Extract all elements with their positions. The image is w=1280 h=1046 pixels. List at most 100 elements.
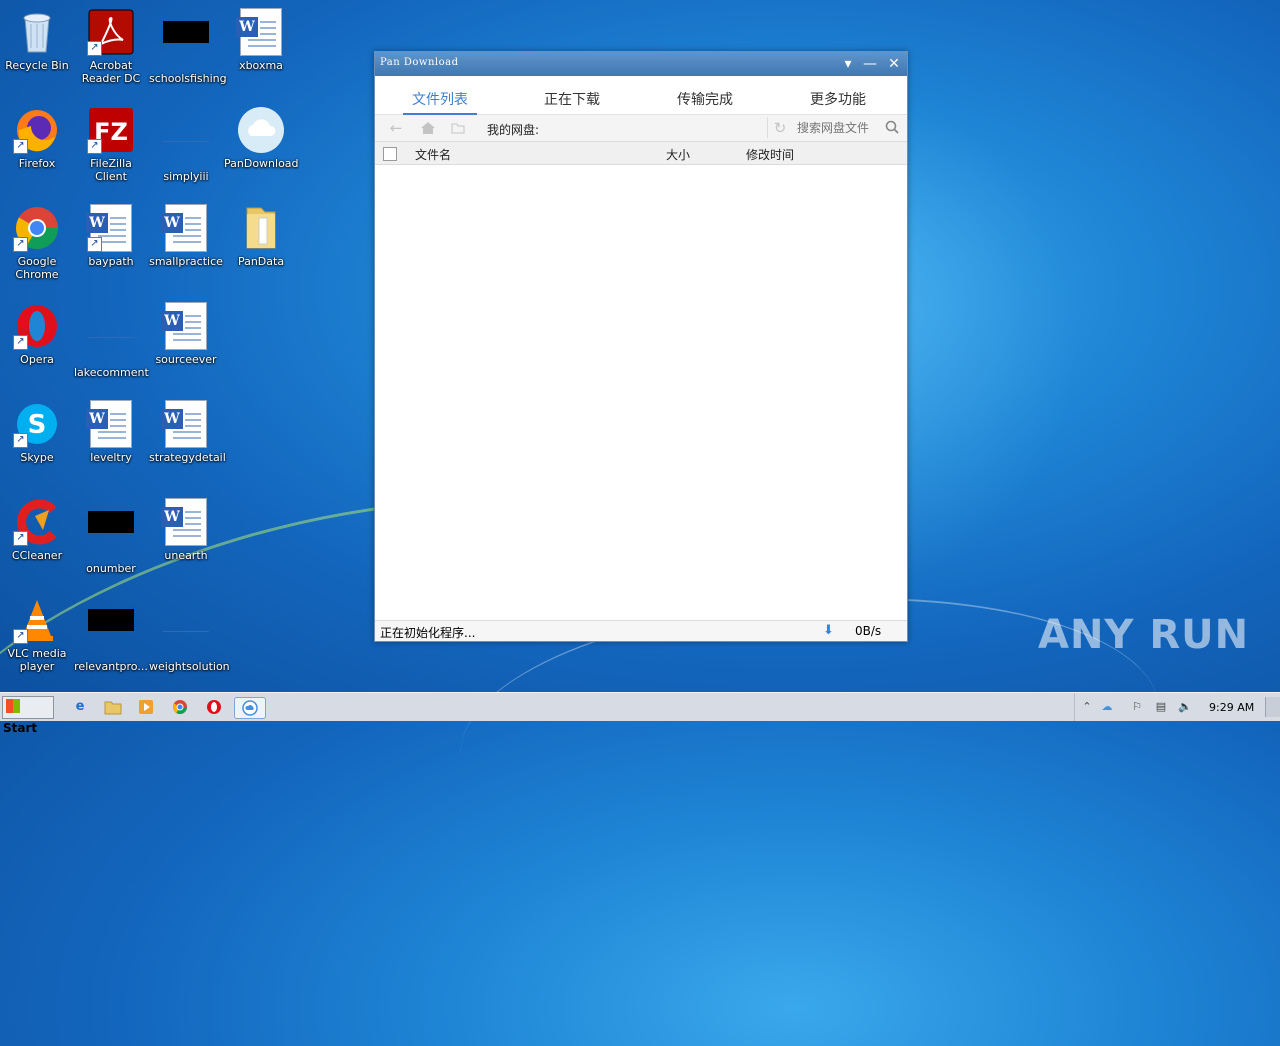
redacted-file-icon [87, 511, 135, 559]
taskbar-explorer-button[interactable] [103, 697, 123, 717]
desktop-icon-sourceever[interactable]: W sourceever [149, 302, 223, 366]
home-icon [421, 122, 435, 134]
desktop-icon-smallpractice[interactable]: W smallpractice [149, 204, 223, 268]
windows-logo-icon [6, 699, 20, 713]
taskbar-pandownload-button[interactable] [234, 697, 266, 719]
file-list-area[interactable] [375, 165, 907, 620]
start-label: Start [3, 721, 38, 735]
shortcut-arrow-icon: ↗ [13, 237, 28, 252]
window-title: Pan Download [380, 57, 459, 68]
flag-icon: ⚐ [1132, 700, 1142, 713]
internet-explorer-icon: e [75, 699, 85, 714]
taskbar-media-player-button[interactable] [136, 697, 156, 717]
taskbar-opera-button[interactable] [204, 697, 224, 717]
tab-file-list[interactable]: 文件列表 [375, 89, 505, 115]
desktop-icon-recycle-bin[interactable]: Recycle Bin [0, 8, 74, 72]
desktop-icon-unearth[interactable]: W unearth [149, 498, 223, 562]
acrobat-icon: ↗ [87, 8, 135, 56]
minimize-button[interactable]: — [861, 55, 879, 73]
blank-file-icon [162, 119, 210, 167]
vlc-icon: ↗ [13, 596, 61, 644]
close-button[interactable]: ✕ [885, 55, 903, 73]
desktop-icon-label: unearth [164, 549, 208, 562]
clock[interactable]: 9:29 AM [1209, 701, 1254, 714]
path-field[interactable]: 我的网盘: [483, 117, 768, 138]
desktop-icon-strategydetail[interactable]: W strategydetail [149, 400, 226, 464]
tab-downloading[interactable]: 正在下载 [507, 89, 637, 109]
shortcut-arrow-icon: ↗ [13, 531, 28, 546]
desktop-icon-pandata[interactable]: PanData [224, 204, 298, 268]
shortcut-arrow-icon: ↗ [13, 629, 28, 644]
refresh-icon: ↻ [773, 119, 787, 137]
opera-icon: ↗ [13, 302, 61, 350]
desktop-icon-leveltry[interactable]: W leveltry [74, 400, 148, 464]
select-all-checkbox[interactable] [383, 147, 397, 161]
desktop-icon-firefox[interactable]: ↗ Firefox [0, 106, 74, 170]
desktop-icon-lakecomment[interactable]: lakecomment [74, 302, 149, 379]
desktop-icon-xboxma[interactable]: W xboxma [224, 8, 298, 72]
tray-pandownload-button[interactable]: ☁ [1099, 699, 1115, 715]
home-button[interactable] [419, 119, 437, 137]
desktop-icon-simplyiii[interactable]: simplyiii [149, 106, 223, 183]
desktop-icon-label: sourceever [155, 353, 217, 366]
desktop-icon-label: Google Chrome [15, 255, 59, 281]
desktop-icon-filezilla[interactable]: FZ ↗ FileZilla Client [74, 106, 148, 183]
desktop-icon-vlc[interactable]: ↗ VLC media player [0, 596, 74, 673]
start-button[interactable]: Start [2, 696, 54, 735]
desktop-icon-label: simplyiii [163, 170, 209, 183]
back-button[interactable]: ← [387, 119, 405, 137]
desktop-icon-label: Recycle Bin [5, 59, 69, 72]
cloud-icon: ☁ [1101, 700, 1113, 713]
dropdown-menu-button[interactable]: ▾ [839, 55, 857, 73]
desktop-icon-baypath[interactable]: W ↗ baypath [74, 204, 148, 268]
desktop-icon-chrome[interactable]: ↗ Google Chrome [0, 204, 74, 281]
taskbar-chrome-button[interactable] [170, 697, 190, 717]
folder-button[interactable] [449, 119, 467, 137]
file-list-header: 文件名 大小 修改时间 [375, 142, 907, 165]
desktop-icon-weightsolution[interactable]: weightsolution [149, 596, 230, 673]
desktop-icon-label: relevantpro... [74, 660, 148, 673]
search-button[interactable] [883, 118, 901, 136]
chevron-up-icon: ⌃ [1082, 700, 1092, 713]
desktop-icon-label: VLC media player [7, 647, 67, 673]
window-titlebar[interactable]: Pan Download ▾ — ✕ [375, 52, 907, 76]
status-text: 正在初始化程序... [380, 626, 476, 640]
desktop-icon-onumber[interactable]: onumber [74, 498, 148, 575]
volume-button[interactable]: 🔈 [1177, 699, 1193, 715]
desktop-icon-pandownload[interactable]: PanDownload [224, 106, 299, 170]
blank-file-icon [87, 315, 135, 363]
show-desktop-button[interactable] [1265, 697, 1280, 717]
desktop-icon-opera[interactable]: ↗ Opera [0, 302, 74, 366]
tab-more-features[interactable]: 更多功能 [773, 89, 903, 109]
show-hidden-icons-button[interactable]: ⌃ [1079, 699, 1095, 715]
desktop-icon-label: lakecomment [74, 366, 149, 379]
download-speed: 0B/s [855, 624, 882, 638]
taskbar-ie-button[interactable]: e [70, 697, 90, 717]
column-header-size[interactable]: 大小 [666, 146, 690, 163]
shortcut-arrow-icon: ↗ [87, 139, 102, 154]
desktop-icon-skype[interactable]: S ↗ Skype [0, 400, 74, 464]
column-header-modified[interactable]: 修改时间 [746, 146, 794, 163]
minimize-icon: — [863, 56, 877, 72]
word-document-icon: W [86, 400, 135, 448]
word-document-icon: W [161, 302, 210, 350]
desktop-icon-label: Opera [20, 353, 54, 366]
desktop-icon-label: strategydetail [149, 451, 226, 464]
desktop-icon-ccleaner[interactable]: ↗ CCleaner [0, 498, 74, 562]
refresh-button[interactable]: ↻ [771, 119, 789, 137]
desktop-icon-schoolsfishing[interactable]: schoolsfishing [149, 8, 227, 85]
desktop-icon-relevantpro[interactable]: relevantpro... [74, 596, 148, 673]
column-header-name[interactable]: 文件名 [415, 146, 451, 163]
network-icon: ▤ [1155, 700, 1167, 713]
system-tray: ⌃ ☁ ⚐ ▤ 🔈 9:29 AM [1074, 693, 1280, 721]
tab-completed[interactable]: 传输完成 [640, 89, 770, 109]
action-center-button[interactable]: ⚐ [1129, 699, 1145, 715]
network-button[interactable]: ▤ [1153, 699, 1169, 715]
close-icon: ✕ [888, 56, 900, 72]
desktop-icon-label: onumber [86, 562, 136, 575]
desktop-icon-acrobat[interactable]: ↗ Acrobat Reader DC [74, 8, 148, 85]
skype-icon: S ↗ [13, 400, 61, 448]
shortcut-arrow-icon: ↗ [13, 139, 28, 154]
desktop-icon-label: CCleaner [11, 549, 63, 562]
search-input[interactable] [797, 119, 879, 136]
